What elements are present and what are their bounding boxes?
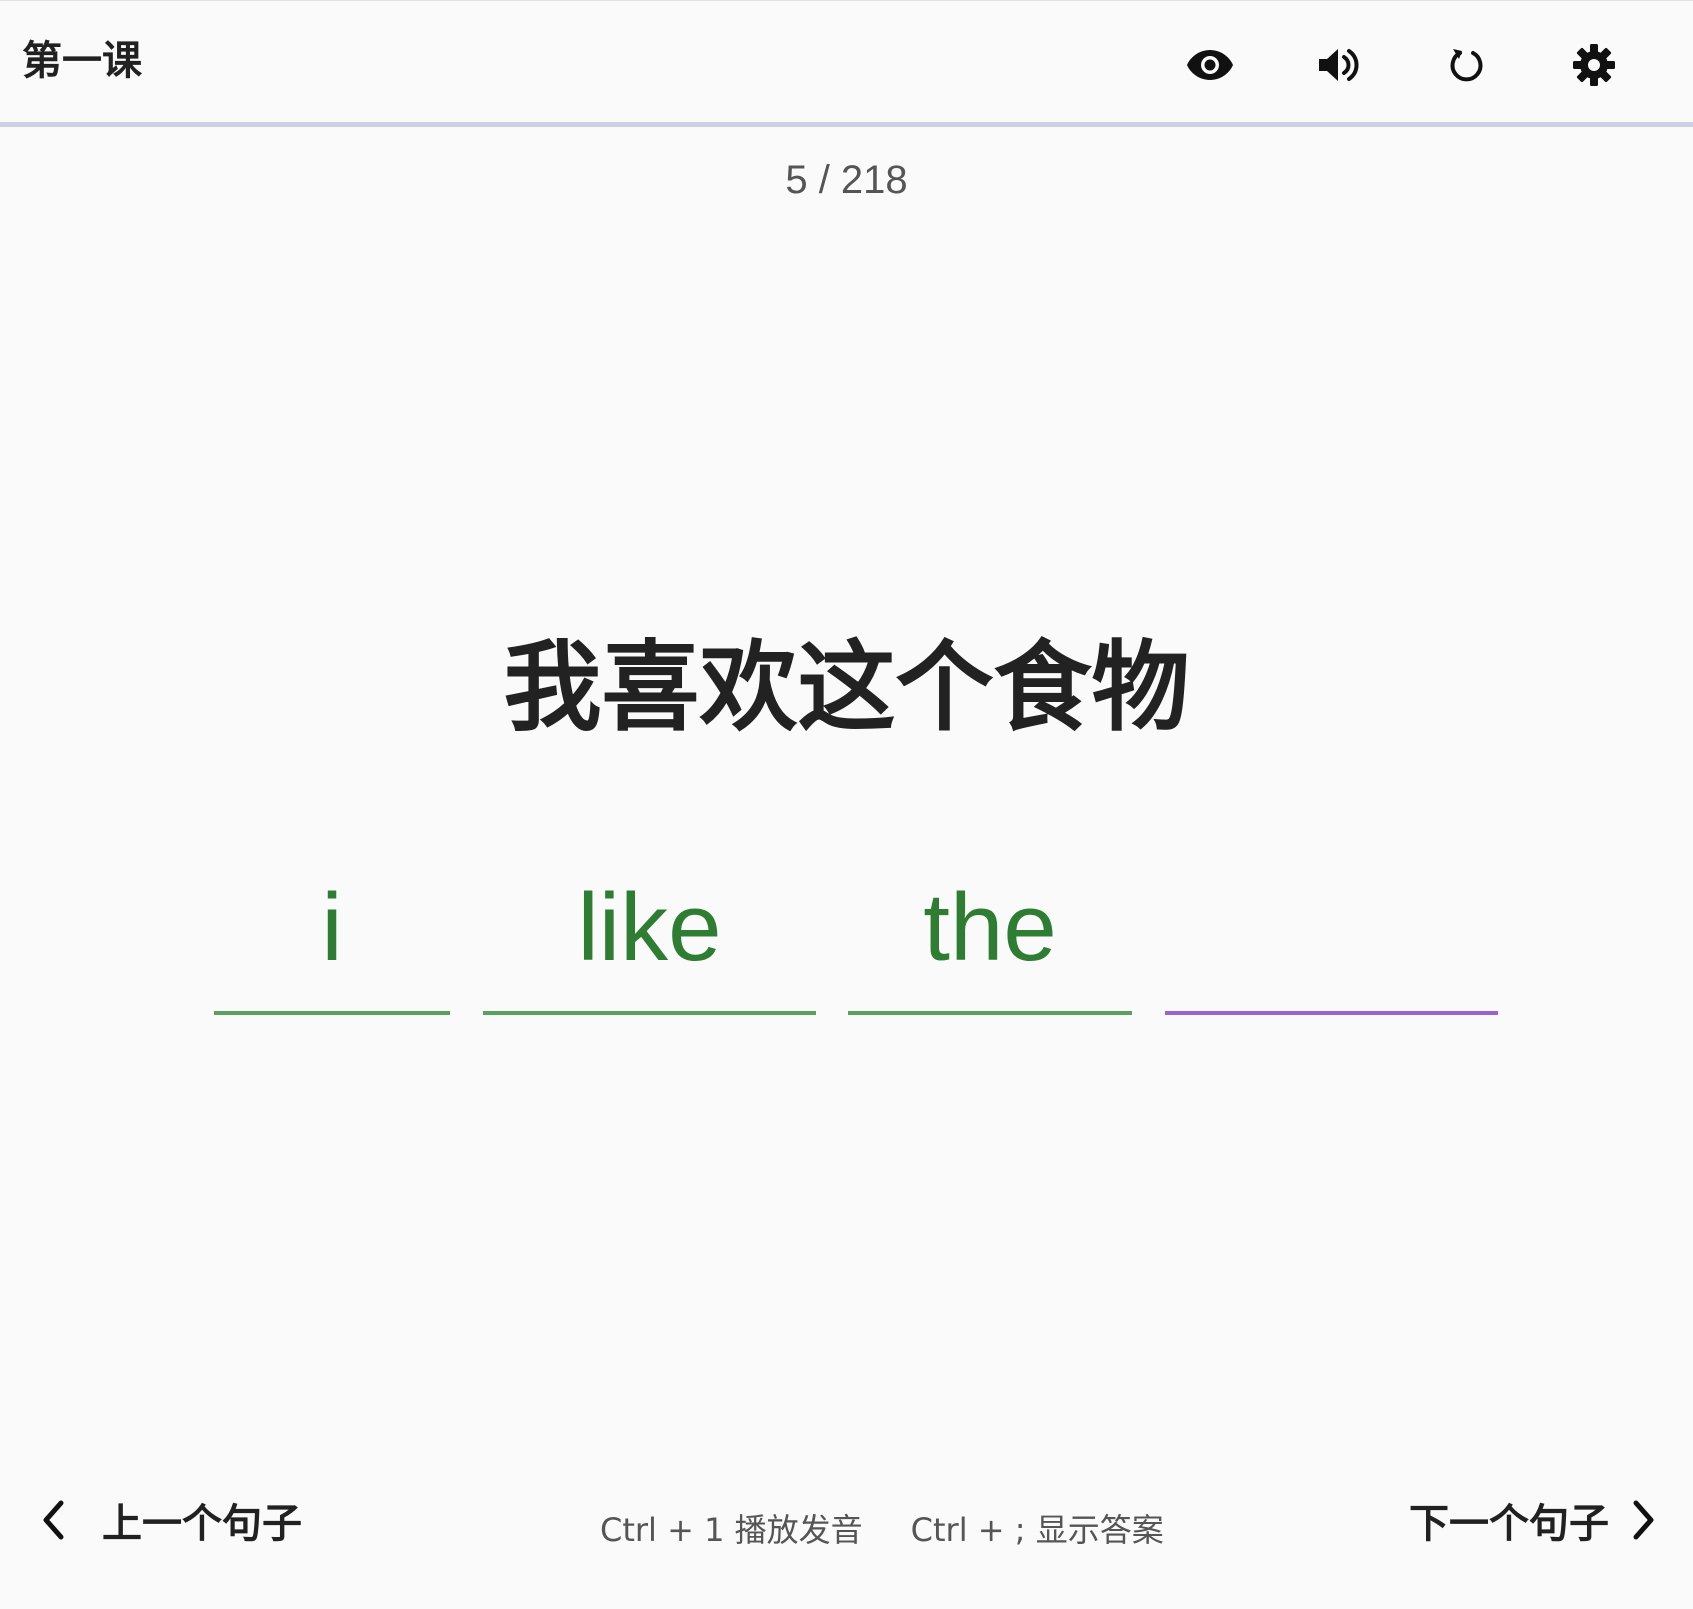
shortcut-hints: Ctrl + 1 播放发音 Ctrl + ; 显示答案 (600, 1505, 1164, 1551)
progress-counter: 5 / 218 (785, 158, 908, 202)
answer-slot[interactable]: i (214, 868, 450, 1018)
slot-underline (848, 1011, 1132, 1015)
course-title: 第一课 (22, 38, 142, 84)
settings-button[interactable] (1566, 37, 1622, 93)
answer-word: i (321, 874, 343, 981)
shortcut-play-hint: Ctrl + 1 播放发音 (600, 1511, 863, 1549)
gear-icon (1573, 44, 1615, 86)
answer-word: like (577, 874, 722, 981)
answer-slot[interactable]: like (483, 868, 816, 1018)
header-divider (0, 122, 1693, 127)
shortcut-answer-hint: Ctrl + ; 显示答案 (910, 1511, 1164, 1549)
restart-button[interactable] (1438, 37, 1494, 93)
show-answer-button[interactable] (1182, 37, 1238, 93)
play-sound-button[interactable] (1311, 37, 1367, 93)
volume-icon (1319, 49, 1359, 81)
slot-underline (1165, 1011, 1498, 1015)
next-sentence-button[interactable]: 下一个句子 (1409, 1490, 1657, 1550)
answer-input-slot[interactable] (1165, 868, 1498, 1018)
next-sentence-label: 下一个句子 (1409, 1501, 1609, 1547)
answer-word (1165, 868, 1498, 1008)
answer-word: the (923, 874, 1057, 981)
chevron-left-icon (43, 1500, 64, 1540)
chevron-right-icon (1633, 1500, 1654, 1540)
chinese-prompt: 我喜欢这个食物 (503, 631, 1190, 745)
slot-underline (483, 1011, 816, 1015)
slot-underline (214, 1011, 450, 1015)
answer-slot[interactable]: the (848, 868, 1132, 1018)
previous-sentence-label: 上一个句子 (102, 1501, 302, 1547)
eye-icon (1187, 50, 1233, 80)
top-bar: 第一课 (0, 0, 1693, 122)
previous-sentence-button[interactable]: 上一个句子 (40, 1490, 302, 1550)
refresh-icon (1450, 49, 1483, 82)
